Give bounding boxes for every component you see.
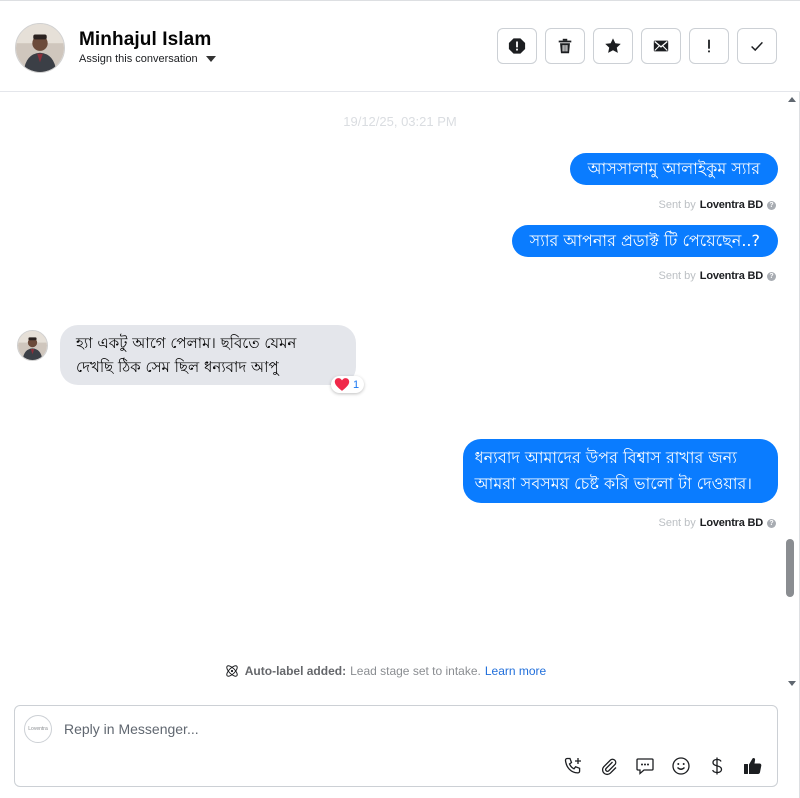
auto-label-notice: Auto-label added: Lead stage set to inta… (0, 663, 770, 679)
sent-by-prefix: Sent by (658, 517, 696, 529)
conversation-window: Minhajul Islam Assign this conversation (0, 0, 800, 798)
message-thread: 19/12/25, 03:21 PM আসসালামু আলাইকুম স্যা… (0, 93, 800, 693)
composer-toolbar (561, 754, 765, 778)
message-text-line: আমরা সবসময় চেষ্ট করি ভালো টা দেওয়ার। (474, 474, 752, 493)
paperclip-icon (601, 758, 617, 776)
sender-name: Loventra BD (699, 517, 763, 529)
saved-reply-button[interactable] (633, 754, 657, 778)
outgoing-message[interactable]: স্যার আপনার প্রডাক্ট টি পেয়েছেন..? (511, 225, 778, 257)
header-actions (497, 28, 777, 64)
delete-button[interactable] (545, 28, 585, 64)
assign-conversation-dropdown[interactable]: Assign this conversation (79, 53, 216, 65)
message-timestamp: 19/12/25, 03:21 PM (343, 114, 457, 129)
saved-reply-icon (636, 758, 654, 775)
sent-by-label: Sent by Loventra BD ? (658, 270, 776, 282)
sender-name: Loventra BD (699, 270, 763, 282)
sender-name: Loventra BD (699, 199, 763, 211)
message-text-line: হ্যা একটু আগে পেলাম। ছবিতে যেমন (76, 334, 297, 352)
incoming-message[interactable]: হ্যা একটু আগে পেলাম। ছবিতে যেমন দেখছি ঠি… (60, 325, 356, 385)
page-logo-text: Loventra (28, 726, 48, 732)
thumbs-up-icon (744, 757, 762, 774)
follow-up-button[interactable] (689, 28, 729, 64)
send-like-button[interactable] (741, 754, 765, 778)
emoji-icon (672, 757, 690, 775)
outgoing-message[interactable]: ধন্যবাদ আমাদের উপর বিশ্বাস রাখার জন্য আম… (462, 439, 778, 503)
assign-label: Assign this conversation (79, 53, 198, 65)
add-call-button[interactable] (561, 754, 585, 778)
add-call-icon (564, 757, 581, 774)
checkmark-icon (751, 41, 763, 52)
auto-label-text: Lead stage set to intake. (350, 664, 481, 678)
attach-button[interactable] (597, 754, 621, 778)
atom-icon (226, 665, 238, 677)
message-text: আসসালামু আলাইকুম স্যার (587, 159, 760, 178)
envelope-icon (653, 40, 669, 52)
sent-by-label: Sent by Loventra BD ? (658, 199, 776, 211)
mark-spam-button[interactable] (497, 28, 537, 64)
trash-icon (558, 38, 572, 54)
sent-by-prefix: Sent by (658, 199, 696, 211)
heart-icon (334, 378, 350, 391)
message-reaction[interactable]: 1 (331, 376, 365, 393)
info-icon[interactable]: ? (767, 200, 776, 210)
star-icon (605, 38, 621, 53)
reaction-count: 1 (353, 378, 360, 391)
info-icon[interactable]: ? (767, 271, 776, 281)
contact-avatar-small[interactable] (17, 330, 48, 361)
conversation-header: Minhajul Islam Assign this conversation (0, 1, 800, 92)
learn-more-link[interactable]: Learn more (485, 664, 546, 678)
reply-input[interactable] (64, 718, 754, 740)
emoji-button[interactable] (669, 754, 693, 778)
page-logo: Loventra (24, 715, 52, 743)
message-text-line: দেখছি ঠিক সেম ছিল ধন্যবাদ আপু (76, 358, 279, 376)
mark-done-button[interactable] (737, 28, 777, 64)
reply-composer: Loventra (14, 705, 778, 787)
payment-button[interactable] (705, 754, 729, 778)
exclamation-icon (708, 39, 710, 53)
info-icon[interactable]: ? (767, 518, 776, 528)
contact-avatar[interactable] (15, 23, 65, 73)
message-text-line: ধন্যবাদ আমাদের উপর বিশ্বাস রাখার জন্য (474, 448, 737, 467)
star-button[interactable] (593, 28, 633, 64)
message-text: স্যার আপনার প্রডাক্ট টি পেয়েছেন..? (529, 231, 760, 250)
dollar-icon (712, 757, 723, 775)
outgoing-message[interactable]: আসসালামু আলাইকুম স্যার (569, 153, 778, 185)
caret-down-icon (205, 56, 216, 62)
sent-by-prefix: Sent by (658, 270, 696, 282)
spam-icon (508, 38, 526, 54)
sent-by-label: Sent by Loventra BD ? (658, 517, 776, 529)
auto-label-title: Auto-label added: (244, 664, 347, 678)
mark-unread-button[interactable] (641, 28, 681, 64)
contact-name[interactable]: Minhajul Islam (79, 29, 211, 51)
